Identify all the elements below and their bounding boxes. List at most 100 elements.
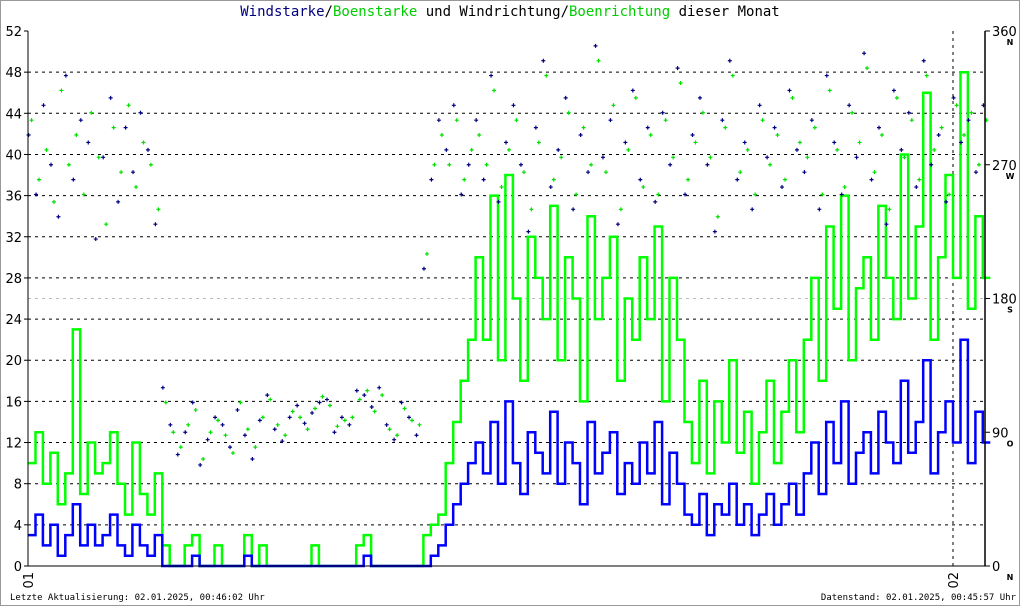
wind-direction-point (71, 177, 76, 182)
left-tick-label: 16 (5, 395, 22, 410)
gust-direction-point (857, 140, 862, 145)
wind-direction-point (131, 170, 136, 175)
right-tick-label: 180 (992, 293, 1017, 308)
wind-direction-point (489, 73, 494, 78)
wind-direction-point (817, 207, 822, 212)
gust-direction-point (648, 133, 653, 138)
wind-direction-point (690, 133, 695, 138)
left-tick-label: 32 (5, 231, 22, 246)
wind-direction-point (429, 177, 434, 182)
gust-direction-point (768, 162, 773, 167)
gust-direction-point (201, 457, 206, 461)
wind-direction-point (750, 207, 755, 212)
data-state-text: Datenstand: 02.01.2025, 00:45:57 Uhr (820, 593, 1016, 603)
gust-direction-point (939, 125, 944, 130)
gust-direction-point (402, 406, 407, 411)
wind-direction-point (466, 162, 471, 167)
gust-direction-point (439, 133, 444, 138)
gust-direction-point (775, 133, 780, 138)
wind-direction-point (421, 266, 426, 271)
gust-direction-point (119, 170, 124, 175)
wind-direction-point (213, 415, 218, 420)
gust-direction-point (59, 88, 64, 93)
gust-direction-point (514, 118, 519, 123)
x-tick-label: 02 (947, 572, 962, 589)
gust-direction-point (842, 185, 847, 190)
gust-direction-point (626, 147, 631, 152)
wind-direction-point (339, 415, 344, 420)
wind-direction-point (668, 162, 673, 167)
wind-direction-point (727, 58, 732, 63)
wind-direction-point (78, 118, 83, 123)
gust-direction-point (230, 451, 235, 456)
gust-direction-point (924, 73, 929, 78)
gust-direction-point (738, 170, 743, 175)
gust-direction-point (850, 110, 855, 115)
gust-direction-point (44, 147, 49, 152)
last-update-text: Letzte Aktualisierung: 02.01.2025, 00:46… (10, 593, 265, 603)
wind-direction-point (444, 147, 449, 152)
wind-direction-point (847, 103, 852, 108)
gust-direction-point (163, 400, 168, 405)
wind-direction-point (511, 103, 516, 108)
wind-direction-point (533, 125, 538, 130)
gust-direction-point (507, 147, 511, 152)
gust-direction-point (790, 95, 795, 100)
gust-direction-point (365, 388, 370, 393)
gust-direction-point (89, 110, 94, 115)
gust-direction-point (805, 155, 810, 160)
gust-direction-point (559, 155, 564, 160)
gust-direction-point (410, 418, 415, 423)
gust-direction-point (663, 118, 668, 123)
gust-direction-point (372, 409, 377, 414)
left-tick-label: 36 (5, 190, 22, 205)
wind-direction-point (712, 229, 717, 234)
gust-direction-point (492, 88, 497, 93)
gust-direction-point (104, 222, 109, 227)
gust-direction-point (245, 427, 250, 432)
wind-direction-point (548, 185, 553, 190)
wind-direction-point (593, 43, 598, 48)
gust-direction-point (193, 407, 198, 412)
gust-direction-point (611, 103, 616, 108)
wind-direction-point (407, 415, 412, 420)
wind-direction-point (86, 140, 91, 145)
wind-direction-point (526, 229, 531, 234)
wind-direction-point (615, 222, 620, 227)
gust-direction-point (477, 133, 482, 138)
wind-direction-point (63, 73, 68, 78)
wind-direction-point (123, 125, 128, 130)
wind-direction-point (235, 407, 240, 412)
wind-direction-point (735, 177, 740, 182)
wind-direction-point (653, 199, 658, 204)
wind-direction-point (877, 125, 881, 130)
gust-direction-point (566, 110, 571, 115)
gust-direction-point (969, 110, 974, 115)
wind-direction-point (324, 397, 329, 402)
wind-direction-point (302, 421, 307, 426)
wind-direction-point (780, 185, 785, 190)
wind-direction-point (571, 207, 576, 212)
left-tick-label: 52 (5, 25, 22, 40)
gust-direction-point (962, 133, 967, 138)
wind-direction-point (108, 95, 113, 100)
gust-direction-point (74, 133, 79, 138)
wind-direction-point (220, 422, 225, 427)
gust-direction-point (686, 177, 691, 182)
wind-direction-point (116, 199, 121, 204)
wind-direction-point (578, 133, 583, 138)
gust-direction-point (618, 207, 623, 212)
compass-label: S (1007, 306, 1013, 315)
wind-direction-point (369, 404, 374, 409)
wind-direction-point (906, 110, 911, 115)
gust-direction-point (469, 147, 474, 152)
wind-direction-point (198, 462, 203, 467)
gust-direction-point (290, 409, 295, 414)
gust-direction-point (872, 170, 877, 175)
wind-direction-point (973, 170, 978, 175)
wind-direction-point (257, 418, 262, 423)
gust-direction-point (283, 433, 288, 438)
wind-direction-point (317, 400, 322, 405)
left-tick-label: 12 (5, 437, 22, 452)
left-tick-label: 8 (14, 478, 22, 493)
